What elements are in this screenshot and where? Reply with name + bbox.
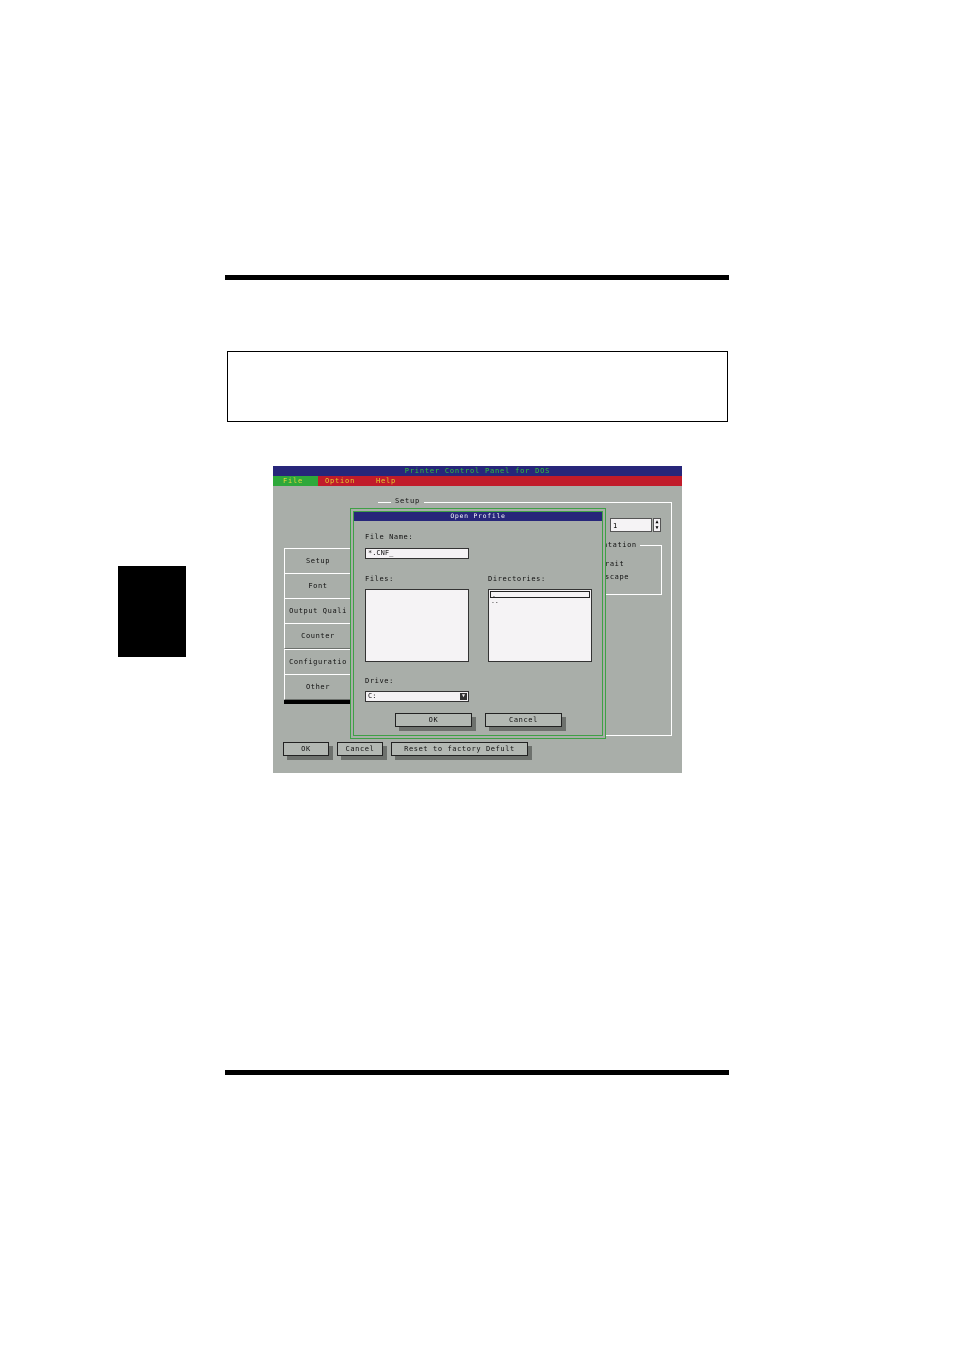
files-label: Files: <box>365 575 394 583</box>
orientation-group <box>604 545 662 595</box>
menu-file[interactable]: File <box>273 476 318 486</box>
dropdown-arrow-icon[interactable]: ▼ <box>460 693 467 700</box>
dialog-cancel-button[interactable]: Cancel <box>485 713 562 727</box>
tab-configuration[interactable]: Configuratio <box>284 649 352 675</box>
drive-value: C: <box>368 692 377 700</box>
bottom-rule <box>225 1070 729 1075</box>
files-listbox[interactable] <box>365 589 469 662</box>
reset-factory-default-button[interactable]: Reset to factory Defult <box>391 742 528 756</box>
printer-control-panel-screen: Printer Control Panel for DOS File Optio… <box>273 466 682 773</box>
app-title-bar: Printer Control Panel for DOS <box>273 466 682 476</box>
drive-label: Drive: <box>365 677 394 685</box>
directories-listbox[interactable]: . .. <box>488 589 592 662</box>
copies-spin-field[interactable]: 1 <box>610 518 652 532</box>
chapter-tab <box>118 566 186 657</box>
tab-font[interactable]: Font <box>284 573 352 599</box>
dialog-title: Open Profile <box>354 512 602 521</box>
menu-help[interactable]: Help <box>376 476 396 486</box>
tab-setup[interactable]: Setup <box>284 548 352 574</box>
tab-other[interactable]: Other <box>284 674 352 700</box>
spin-arrows-icon[interactable]: ▲ ▼ <box>653 518 661 532</box>
tab-shadow <box>284 700 352 704</box>
directory-item[interactable]: .. <box>490 598 590 605</box>
directories-label: Directories: <box>488 575 546 583</box>
ok-button[interactable]: OK <box>283 742 329 756</box>
orientation-landscape-option[interactable]: scape <box>605 573 629 581</box>
drive-select[interactable]: C: ▼ <box>365 691 469 702</box>
cancel-button[interactable]: Cancel <box>337 742 383 756</box>
menu-bar: File Option Help <box>273 476 682 486</box>
file-name-label: File Name: <box>365 533 414 541</box>
setup-legend: Setup <box>391 497 425 505</box>
menu-option[interactable]: Option <box>325 476 355 486</box>
file-name-input[interactable]: *.CNF_ <box>365 548 469 559</box>
tab-output-quality[interactable]: Output Quali <box>284 598 352 624</box>
note-box <box>227 351 728 422</box>
open-profile-dialog: Open Profile File Name: *.CNF_ Files: Di… <box>350 508 606 739</box>
tab-counter[interactable]: Counter <box>284 623 352 649</box>
top-rule <box>225 275 729 280</box>
dialog-ok-button[interactable]: OK <box>395 713 472 727</box>
orientation-label: ntation <box>603 541 640 549</box>
directory-item[interactable]: . <box>490 591 590 599</box>
orientation-portrait-option[interactable]: rait <box>605 560 624 568</box>
